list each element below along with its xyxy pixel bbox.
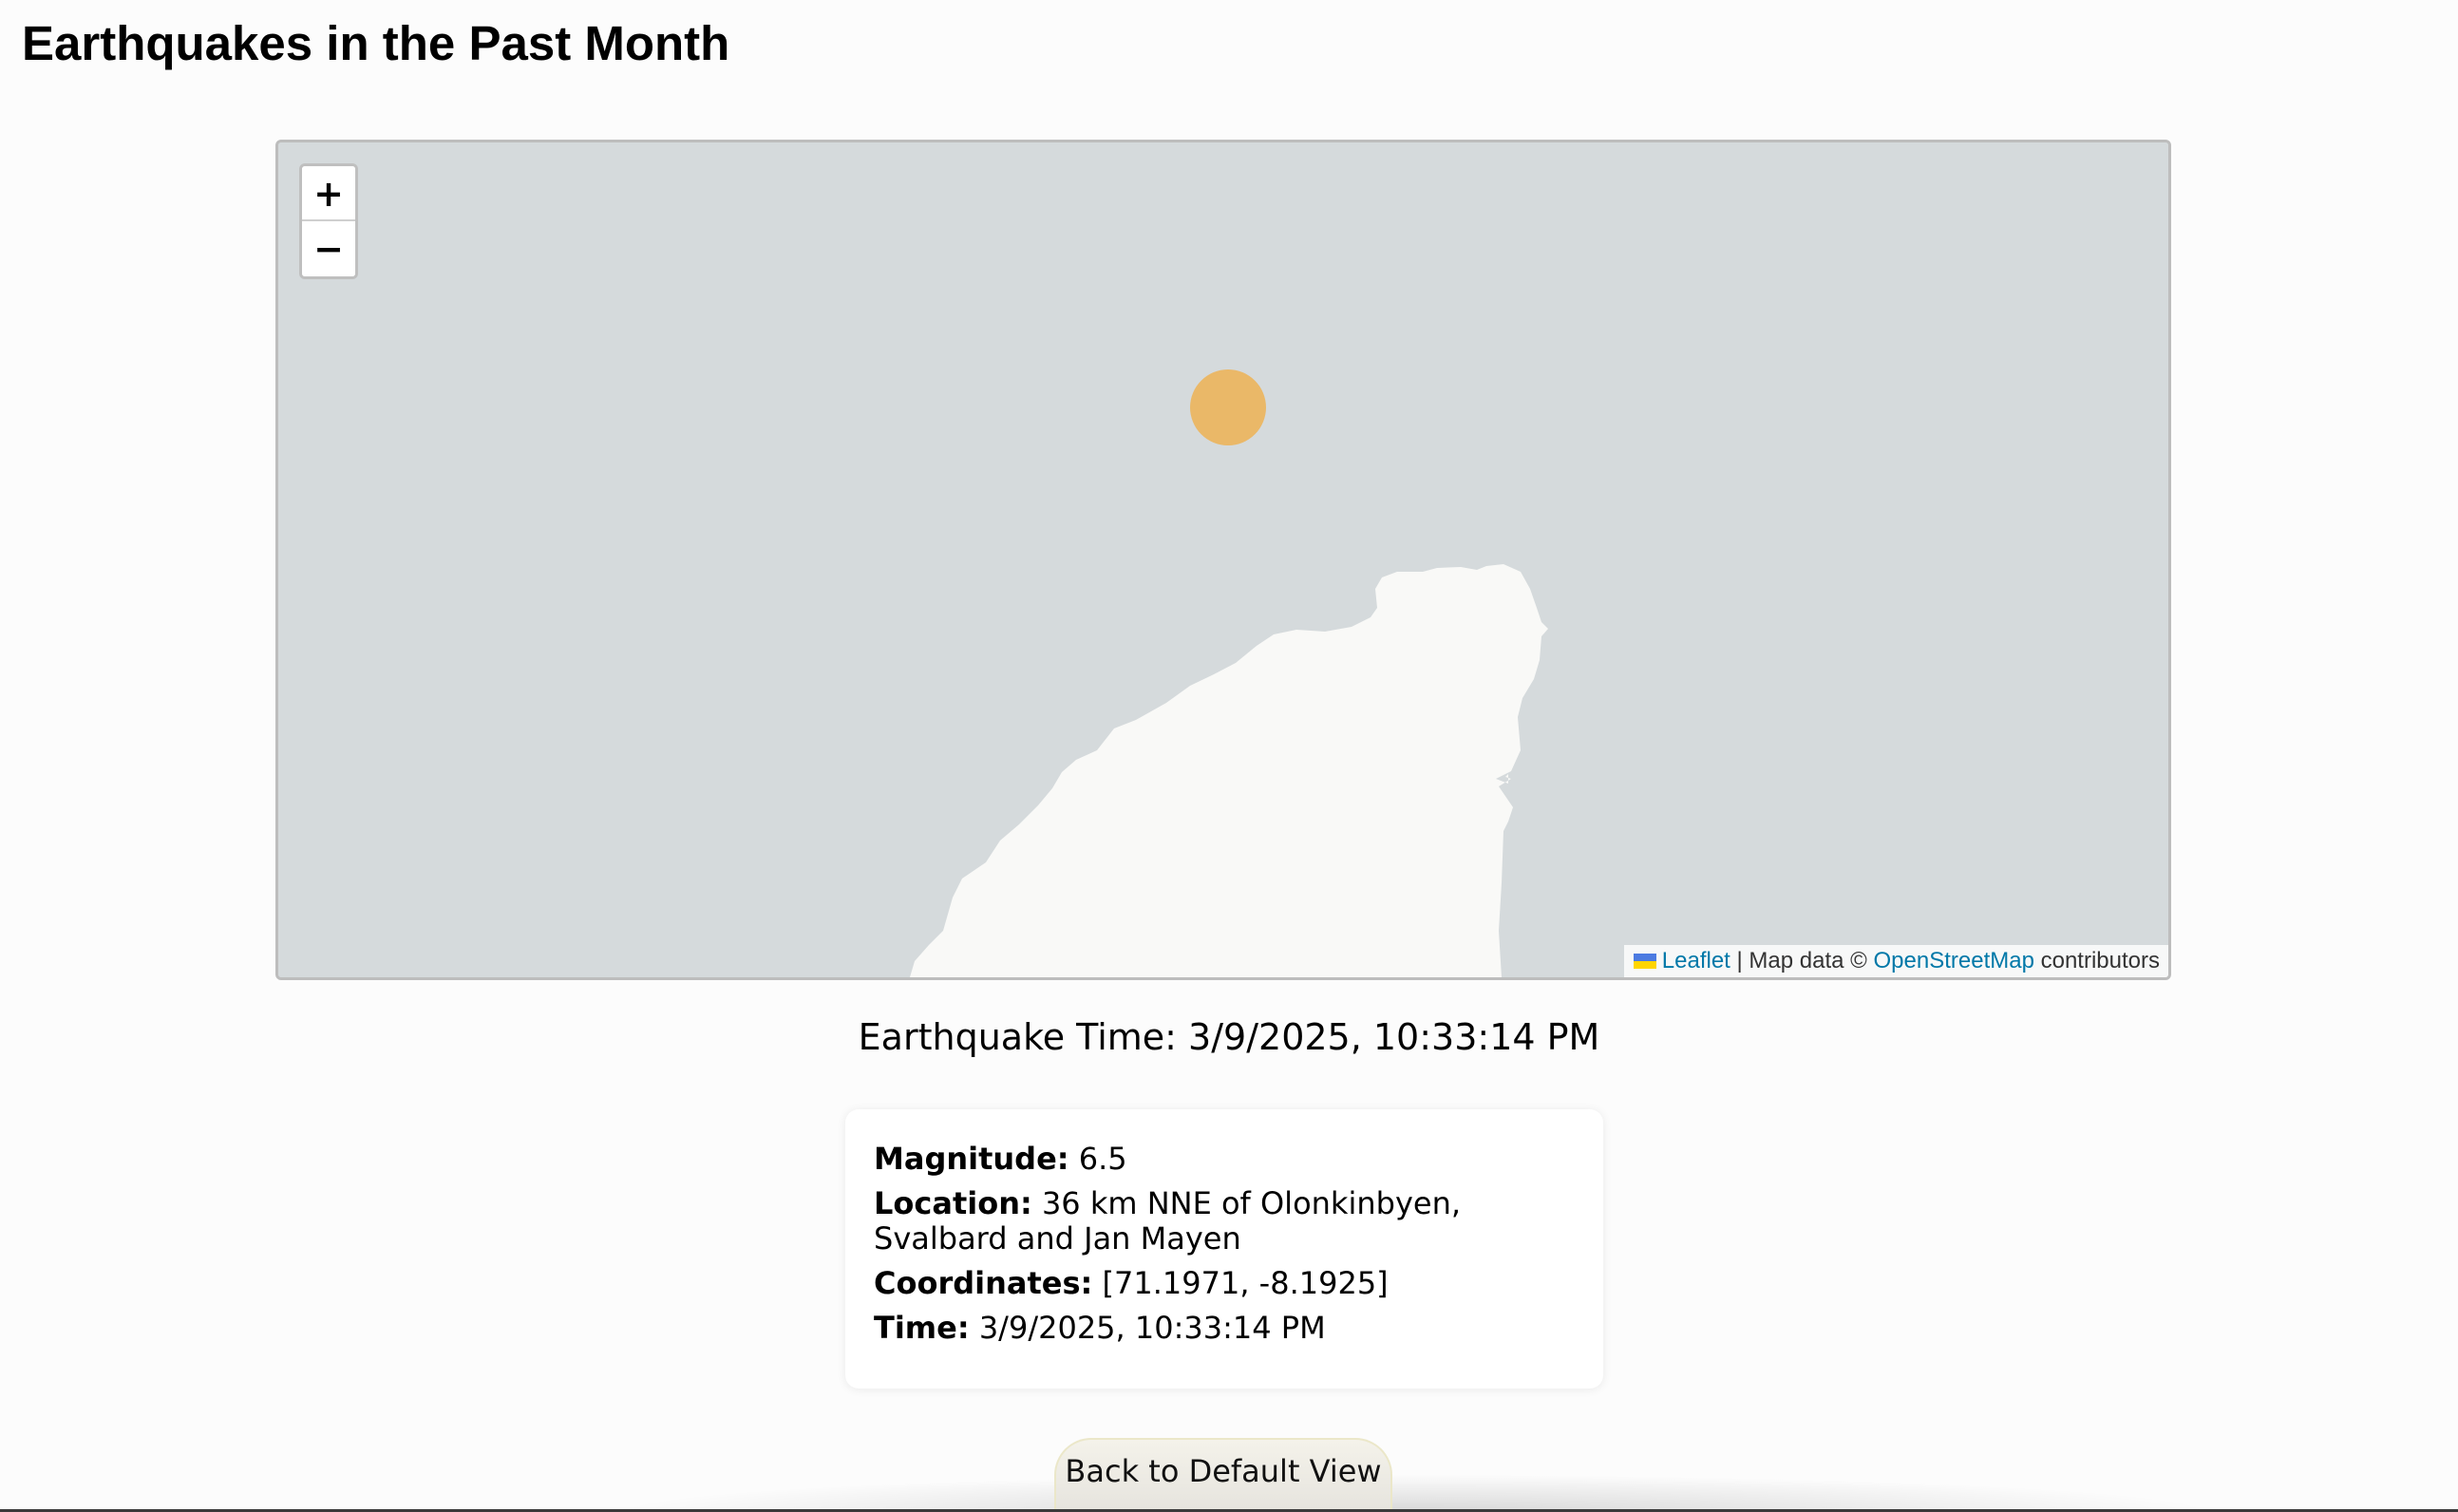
time-label: Time: — [874, 1310, 970, 1346]
bottom-fade — [608, 1474, 2222, 1512]
time-value: 3/9/2025, 10:33:14 PM — [969, 1310, 1326, 1346]
openstreetmap-link[interactable]: OpenStreetMap — [1874, 948, 2034, 973]
coordinates-value: [71.1971, -8.1925] — [1092, 1265, 1389, 1301]
location-label: Location: — [874, 1185, 1032, 1221]
time-row: Time: 3/9/2025, 10:33:14 PM — [874, 1311, 1575, 1346]
ukraine-flag-icon — [1633, 954, 1656, 969]
map-tiles[interactable] — [278, 142, 2168, 977]
attribution-suffix: contributors — [2033, 948, 2160, 973]
map-container[interactable]: + − Leaflet | Map data © OpenStreetMap c… — [275, 140, 2171, 980]
location-row: Location: 36 km NNE of Olonkinbyen, Sval… — [874, 1186, 1575, 1257]
magnitude-label: Magnitude: — [874, 1141, 1069, 1177]
back-to-default-view-button[interactable]: Back to Default View — [1054, 1438, 1392, 1512]
magnitude-row: Magnitude: 6.5 — [874, 1142, 1575, 1177]
zoom-out-button[interactable]: − — [302, 221, 355, 276]
leaflet-link[interactable]: Leaflet — [1662, 948, 1730, 973]
coordinates-row: Coordinates: [71.1971, -8.1925] — [874, 1266, 1575, 1301]
earthquake-time-heading: Earthquake Time: 3/9/2025, 10:33:14 PM — [858, 1016, 1600, 1058]
page-title: Earthquakes in the Past Month — [22, 16, 730, 70]
attribution-separator: | Map data © — [1730, 948, 1874, 973]
earthquake-marker[interactable] — [1190, 369, 1266, 445]
coordinates-label: Coordinates: — [874, 1265, 1093, 1301]
map-attribution: Leaflet | Map data © OpenStreetMap contr… — [1623, 945, 2168, 977]
earthquake-details-card: Magnitude: 6.5 Location: 36 km NNE of Ol… — [845, 1109, 1603, 1389]
magnitude-value: 6.5 — [1068, 1141, 1127, 1177]
zoom-in-button[interactable]: + — [302, 166, 355, 221]
zoom-control: + − — [299, 163, 358, 279]
